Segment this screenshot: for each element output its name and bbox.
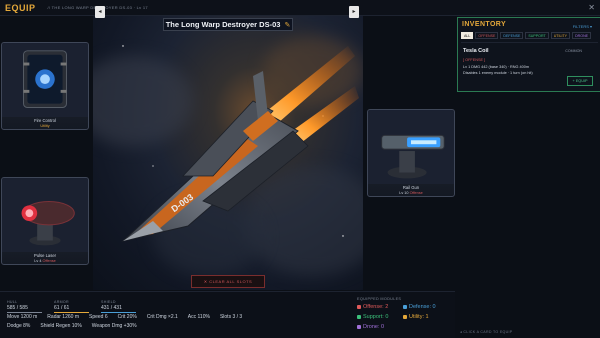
item-rarity: COMMON (565, 49, 582, 53)
module-card-fire-control[interactable]: Fire Control Utility (1, 42, 89, 130)
utility-count: Utility: 1 (403, 314, 449, 320)
crit-dmg-stat: Crit Dmg ×2.1 (146, 314, 178, 320)
tab-utility[interactable]: UTILITY (550, 32, 571, 39)
inventory-title: INVENTORY (462, 21, 507, 28)
item-name: Tesla Coil (463, 48, 489, 54)
support-count: Support: 0 (357, 314, 403, 320)
module-name: Fire Control (34, 118, 56, 123)
speed-stat: Speed 6 (88, 314, 108, 320)
ship-name-field[interactable]: The Long Warp Destroyer DS-03 ✎ (163, 18, 293, 31)
prev-ship-button[interactable]: ◂ (95, 6, 105, 18)
equip-button[interactable]: + EQUIP (567, 76, 593, 86)
fire-control-image (2, 43, 88, 118)
module-name: Pulse Laser (33, 253, 57, 258)
module-name: Rail Gun (402, 185, 420, 190)
armor-stat: ARMOR 61 / 61 (54, 300, 89, 313)
crit-stat: Crit 20% (117, 314, 137, 320)
module-type: Utility (40, 124, 50, 128)
top-bar: EQUIP // THE LONG WARP DESTROYER DS-03 ·… (0, 0, 600, 16)
shield-stat: SHIELD 431 / 431 (101, 300, 136, 313)
tab-all[interactable]: ALL (461, 32, 474, 39)
item-stats: Lv 1 DMG 442 (base 340) · RNG 400m (463, 65, 530, 69)
tab-offense[interactable]: OFFENSE (475, 32, 499, 39)
equip-hint: ◂ CLICK A CARD TO EQUIP (460, 330, 513, 334)
weapon-dmg-stat: Weapon Dmg +30% (91, 323, 137, 329)
hull-stat: HULL 585 / 585 (7, 300, 42, 313)
close-icon[interactable]: ✕ (588, 3, 595, 12)
drone-count: Drone: 0 (357, 324, 403, 330)
filters-button[interactable]: FILTERS ▾ (573, 24, 592, 29)
acc-stat: Acc 110% (187, 314, 210, 320)
pencil-icon[interactable]: ✎ (284, 21, 290, 29)
tab-defense[interactable]: DEFENSE (500, 32, 524, 39)
ship-stats-panel: HULL 585 / 585 ARMOR 61 / 61 SHIELD 431 … (0, 291, 455, 338)
move-stat: Move 1200 m (7, 314, 38, 320)
module-level-and-type: Lv 10 Offense (399, 191, 423, 195)
item-description: Disables 1 enemy module · 1 turn (on hit… (463, 71, 533, 75)
pulse-laser-image (2, 178, 88, 253)
ship-image (121, 45, 359, 242)
defense-count: Defense: 0 (403, 304, 449, 310)
equipped-label: EQUIPPED MODULES (357, 297, 402, 301)
next-ship-button[interactable]: ▸ (349, 6, 359, 18)
stats-row-2: Dodge 8% Shield Regen 10% Weapon Dmg +30… (7, 323, 147, 329)
inventory-item[interactable]: Tesla Coil COMMON [ OFFENSE ] Lv 1 DMG 4… (461, 42, 598, 90)
slots-stat: Slots 3 / 3 (219, 314, 243, 320)
module-level-and-type: Lv 4 Offense (34, 259, 56, 263)
inventory-panel: INVENTORY FILTERS ▾ ALL OFFENSE DEFENSE … (457, 17, 600, 92)
module-card-rail-gun[interactable]: Rail Gun Lv 10 Offense (367, 109, 455, 197)
shield-regen-stat: Shield Regen 10% (40, 323, 82, 329)
inventory-tabs: ALL OFFENSE DEFENSE SUPPORT UTILITY DRON… (461, 32, 592, 39)
tab-support[interactable]: SUPPORT (525, 32, 549, 39)
ship-name: The Long Warp Destroyer DS-03 (165, 20, 281, 29)
screen-title: EQUIP (5, 2, 36, 13)
offense-count: Offense: 2 (357, 304, 403, 310)
equipped-modules-summary: EQUIPPED MODULES Offense: 2 Defense: 0 S… (357, 297, 452, 330)
ship-viewer: D-003 (93, 16, 363, 290)
clear-all-slots-button[interactable]: ✕ CLEAR ALL SLOTS (191, 275, 265, 288)
stats-row-1: Move 1200 m Radar 1260 m Speed 6 Crit 20… (7, 314, 252, 320)
item-type: [ OFFENSE ] (463, 58, 486, 62)
rail-gun-image (368, 110, 454, 185)
radar-stat: Radar 1260 m (47, 314, 79, 320)
tab-drone[interactable]: DRONE (572, 32, 592, 39)
dodge-stat: Dodge 8% (7, 323, 31, 329)
module-card-pulse-laser[interactable]: Pulse Laser Lv 4 Offense (1, 177, 89, 265)
